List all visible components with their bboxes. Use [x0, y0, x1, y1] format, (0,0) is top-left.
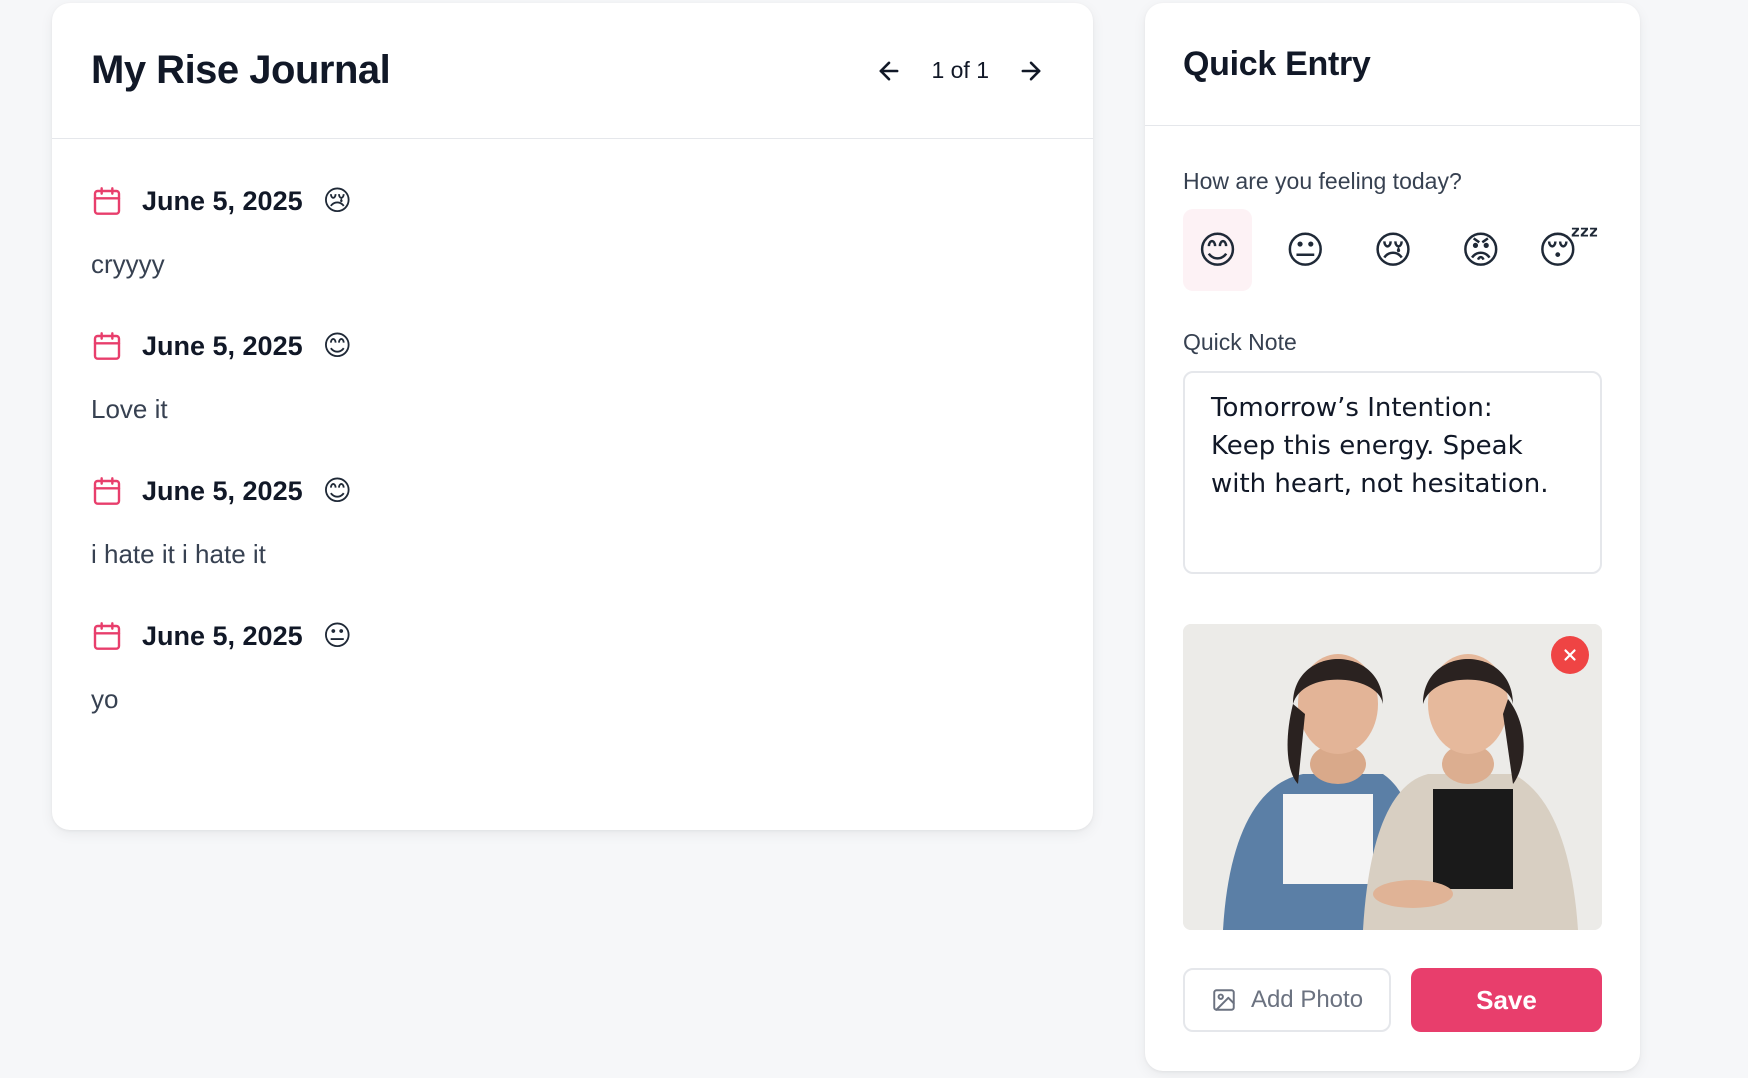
- journal-entry[interactable]: June 5, 2025 😊 i hate it i hate it: [91, 471, 1054, 570]
- entry-header: June 5, 2025 😊: [91, 326, 1054, 366]
- mood-selector: 😊 😐 😢 😡 😴: [1183, 209, 1603, 291]
- journal-entry[interactable]: June 5, 2025 😐 yo: [91, 616, 1054, 715]
- entry-date: June 5, 2025: [142, 475, 303, 506]
- remove-photo-button[interactable]: [1551, 636, 1589, 674]
- calendar-icon: [93, 332, 121, 360]
- entry-header: June 5, 2025 😊: [91, 471, 1054, 511]
- entry-date: June 5, 2025: [142, 185, 303, 216]
- entry-text: i hate it i hate it: [91, 539, 266, 569]
- pager: 1 of 1: [869, 51, 1051, 91]
- quick-note-textarea[interactable]: Tomorrow’s Intention: Keep this energy. …: [1183, 371, 1602, 574]
- mood-option-tired[interactable]: 😴: [1534, 209, 1603, 291]
- calendar-icon: [93, 187, 121, 215]
- attached-photo: [1183, 624, 1602, 930]
- entry-mood-emoji: 😐: [322, 620, 352, 651]
- journal-entry[interactable]: June 5, 2025 😢 cryyyy: [91, 181, 1054, 280]
- entry-date: June 5, 2025: [142, 620, 303, 651]
- arrow-right-icon: [1021, 61, 1041, 80]
- entry-date: June 5, 2025: [142, 330, 303, 361]
- arrow-left-icon: [880, 61, 899, 80]
- mood-option-happy[interactable]: 😊: [1183, 209, 1252, 291]
- journal-title: My Rise Journal: [91, 48, 391, 92]
- journal-entries: June 5, 2025 😢 cryyyy June 5, 2025 😊 Lov…: [52, 139, 1093, 715]
- quick-note-label: Quick Note: [1183, 329, 1297, 355]
- journal-header: My Rise Journal 1 of 1: [52, 3, 1093, 139]
- calendar-icon: [93, 477, 121, 505]
- entry-text: cryyyy: [91, 249, 165, 279]
- entry-text: yo: [91, 684, 119, 714]
- photo-image: [1183, 624, 1602, 930]
- image-icon: [1213, 989, 1235, 1011]
- page-indicator: 1 of 1: [931, 57, 989, 83]
- quick-entry-title: Quick Entry: [1183, 45, 1371, 83]
- quick-entry-actions: Add Photo Save: [1183, 968, 1602, 1032]
- mood-option-sad[interactable]: 😢: [1359, 209, 1428, 291]
- quick-entry-header: Quick Entry: [1145, 3, 1640, 126]
- entry-text: Love it: [91, 394, 168, 424]
- journal-card: My Rise Journal 1 of 1 June 5, 2025 😢 cr…: [52, 3, 1093, 830]
- entry-header: June 5, 2025 😢: [91, 181, 1054, 221]
- journal-entry[interactable]: June 5, 2025 😊 Love it: [91, 326, 1054, 425]
- save-button[interactable]: Save: [1411, 968, 1602, 1032]
- feeling-label: How are you feeling today?: [1183, 168, 1462, 194]
- add-photo-button[interactable]: Add Photo: [1183, 968, 1391, 1032]
- next-page-button[interactable]: [1011, 51, 1051, 91]
- close-icon: [1564, 649, 1576, 661]
- mood-option-neutral[interactable]: 😐: [1271, 209, 1340, 291]
- entry-header: June 5, 2025 😐: [91, 616, 1054, 656]
- add-photo-label: Add Photo: [1250, 986, 1364, 1013]
- quick-entry-card: Quick Entry How are you feeling today? 😊…: [1145, 3, 1640, 1071]
- quick-entry-body: How are you feeling today? 😊 😐 😢 😡 😴 Qui…: [1145, 126, 1640, 1032]
- entry-mood-emoji: 😢: [322, 185, 352, 216]
- mood-option-angry[interactable]: 😡: [1446, 209, 1515, 291]
- calendar-icon: [93, 622, 121, 650]
- prev-page-button[interactable]: [869, 51, 909, 91]
- entry-mood-emoji: 😊: [322, 330, 352, 361]
- entry-mood-emoji: 😊: [322, 475, 352, 506]
